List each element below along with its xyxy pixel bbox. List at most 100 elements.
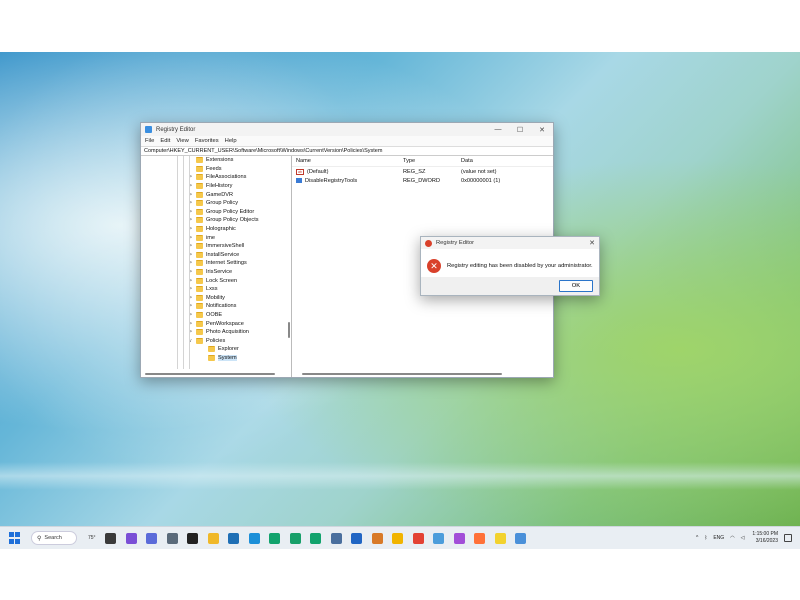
taskbar-app-icon[interactable] <box>474 532 486 544</box>
taskbar-app-icon[interactable] <box>351 532 363 544</box>
taskbar-app-icon[interactable] <box>494 532 506 544</box>
tree-item[interactable]: System <box>141 354 291 363</box>
taskbar-app-icon[interactable] <box>166 532 178 544</box>
menu-favorites[interactable]: Favorites <box>195 138 219 144</box>
taskbar-app-icon[interactable] <box>515 532 527 544</box>
tree-vertical-scrollbar[interactable] <box>288 322 290 338</box>
value-row-disableregistrytools[interactable]: DisableRegistryTools REG_DWORD 0x0000000… <box>292 176 553 185</box>
chevron-right-icon[interactable]: > <box>189 226 196 232</box>
tree-item[interactable]: > Lock Screen <box>141 276 291 285</box>
dialog-close-button[interactable]: ✕ <box>585 239 599 247</box>
chevron-right-icon[interactable]: > <box>189 183 196 189</box>
notification-icon[interactable] <box>784 534 792 542</box>
taskbar-app-icon[interactable] <box>125 532 137 544</box>
chevron-right-icon[interactable]: > <box>189 243 196 249</box>
close-button[interactable]: ✕ <box>531 126 553 134</box>
tree-item[interactable]: > PenWorkspace <box>141 319 291 328</box>
language-indicator[interactable]: ENG <box>713 535 724 541</box>
folder-icon <box>196 320 203 327</box>
column-name[interactable]: Name <box>292 158 403 164</box>
taskbar-app-icon[interactable] <box>412 532 424 544</box>
tree-item[interactable]: > Holographic <box>141 225 291 234</box>
tree-item[interactable]: > OOBE <box>141 311 291 320</box>
chevron-right-icon[interactable]: > <box>189 200 196 206</box>
tree-item[interactable]: > FileHistory <box>141 182 291 191</box>
tree-item[interactable]: > GameDVR <box>141 190 291 199</box>
menu-view[interactable]: View <box>176 138 188 144</box>
tree-item-label: Group Policy Objects <box>206 217 259 224</box>
tree-item[interactable]: > FileAssociations <box>141 173 291 182</box>
taskbar-app-icon[interactable] <box>228 532 240 544</box>
dialog-titlebar[interactable]: Registry Editor ✕ <box>421 237 599 249</box>
tree-item[interactable]: > Photo Acquisition <box>141 328 291 337</box>
tree-item[interactable]: > Group Policy <box>141 199 291 208</box>
taskbar-app-icon[interactable] <box>187 532 199 544</box>
chevron-right-icon[interactable]: > <box>189 192 196 198</box>
chevron-right-icon[interactable]: > <box>189 174 196 180</box>
tray-chevron-icon[interactable]: ^ <box>696 535 698 541</box>
tree-item[interactable]: > Group Policy Objects <box>141 216 291 225</box>
minimize-button[interactable]: — <box>487 126 509 134</box>
column-data[interactable]: Data <box>461 158 553 164</box>
maximize-button[interactable]: ☐ <box>509 126 531 134</box>
menu-edit[interactable]: Edit <box>160 138 170 144</box>
chevron-right-icon[interactable]: > <box>189 269 196 275</box>
tree-item[interactable]: Explorer <box>141 345 291 354</box>
taskbar-app-icon[interactable] <box>371 532 383 544</box>
tree-horizontal-scrollbar[interactable] <box>145 373 275 375</box>
tree-item[interactable]: v Policies <box>141 336 291 345</box>
chevron-right-icon[interactable]: > <box>189 235 196 241</box>
menu-help[interactable]: Help <box>225 138 237 144</box>
chevron-right-icon[interactable]: > <box>189 209 196 215</box>
taskbar-app-icon[interactable] <box>248 532 260 544</box>
column-type[interactable]: Type <box>403 158 461 164</box>
chevron-right-icon[interactable]: > <box>189 252 196 258</box>
taskbar-app-icon[interactable] <box>146 532 158 544</box>
values-horizontal-scrollbar[interactable] <box>302 373 502 375</box>
tree-item[interactable]: > Mobility <box>141 294 291 303</box>
taskbar-app-icon[interactable] <box>207 532 219 544</box>
tree-item[interactable]: > Notifications <box>141 302 291 311</box>
tree-item[interactable]: Extensions <box>141 156 291 165</box>
chevron-right-icon[interactable]: > <box>189 260 196 266</box>
tree-item[interactable]: > Internet Settings <box>141 259 291 268</box>
wifi-icon[interactable]: ◠ <box>730 535 734 541</box>
chevron-right-icon[interactable]: > <box>189 321 196 327</box>
chevron-right-icon[interactable]: > <box>189 303 196 309</box>
chevron-right-icon[interactable]: > <box>189 286 196 292</box>
menu-bar: File Edit View Favorites Help <box>141 136 553 146</box>
chevron-down-icon[interactable]: v <box>189 338 196 344</box>
chevron-right-icon[interactable]: > <box>189 217 196 223</box>
ok-button[interactable]: OK <box>559 280 593 292</box>
tree-item[interactable]: > ime <box>141 233 291 242</box>
tree-item[interactable]: > Group Policy Editor <box>141 208 291 217</box>
taskbar-app-icon[interactable] <box>453 532 465 544</box>
volume-icon[interactable]: ◁ <box>741 535 745 541</box>
clock[interactable]: 1:15:00 PM 3/16/2023 <box>752 531 778 545</box>
chevron-right-icon[interactable]: > <box>189 329 196 335</box>
tree-item[interactable]: > ImmersiveShell <box>141 242 291 251</box>
address-bar[interactable]: Computer\HKEY_CURRENT_USER\Software\Micr… <box>141 146 553 156</box>
taskbar-app-icon[interactable] <box>392 532 404 544</box>
taskbar-app-icon[interactable] <box>105 532 117 544</box>
taskbar-app-icon[interactable] <box>330 532 342 544</box>
taskbar-app-icon[interactable] <box>310 532 322 544</box>
window-titlebar[interactable]: Registry Editor — ☐ ✕ <box>141 123 553 136</box>
tree-item-label: Group Policy <box>206 200 239 207</box>
chevron-right-icon[interactable]: > <box>189 312 196 318</box>
start-button[interactable] <box>9 532 21 544</box>
tree-item[interactable]: Feeds <box>141 165 291 174</box>
value-row-default[interactable]: ab (Default) REG_SZ (value not set) <box>292 167 553 176</box>
chevron-right-icon[interactable]: > <box>189 278 196 284</box>
taskbar-app-icon[interactable] <box>289 532 301 544</box>
taskbar-app-icon[interactable] <box>269 532 281 544</box>
tree-item[interactable]: > InstallService <box>141 251 291 260</box>
bluetooth-icon[interactable]: ᛒ <box>704 535 707 541</box>
tree-item[interactable]: > IrisService <box>141 268 291 277</box>
taskbar-search[interactable]: ⚲ Search <box>31 531 77 545</box>
taskbar-app-icon[interactable] <box>433 532 445 544</box>
chevron-right-icon[interactable]: > <box>189 295 196 301</box>
tree-item[interactable]: > Lxss <box>141 285 291 294</box>
menu-file[interactable]: File <box>145 138 154 144</box>
weather-temp[interactable]: 75° <box>88 535 96 541</box>
